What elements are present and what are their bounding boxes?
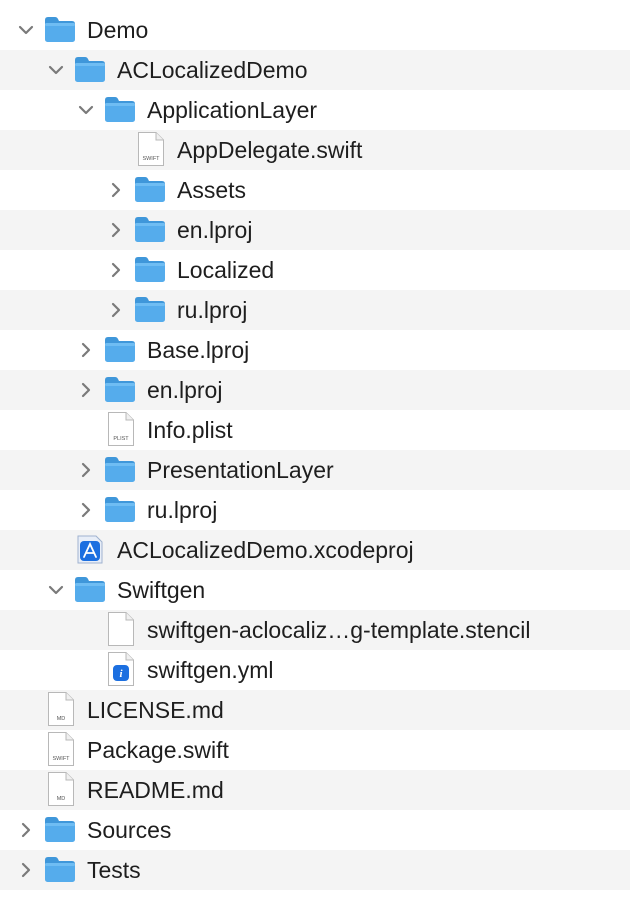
finder-file-tree: Demo ACLocalizedDemo ApplicationLayer SWIFT… bbox=[0, 0, 630, 904]
chevron-right-icon[interactable] bbox=[108, 302, 124, 318]
folder-icon bbox=[44, 855, 76, 883]
file-tree-row-label: Base.lproj bbox=[147, 337, 250, 363]
file-tree-row-label: swiftgen.yml bbox=[147, 657, 274, 683]
file-tree-row-label: Assets bbox=[177, 177, 247, 203]
file-tree-row[interactable]: SWIFT AppDelegate.swift bbox=[0, 130, 630, 170]
file-tree-row-label: Demo bbox=[87, 17, 149, 43]
folder-icon bbox=[134, 175, 166, 203]
file-tree-row-label: ru.lproj bbox=[147, 497, 218, 523]
folder-icon bbox=[134, 255, 166, 283]
file-tree-row-label: en.lproj bbox=[177, 217, 253, 243]
file-tree-row[interactable]: ru.lproj bbox=[0, 290, 630, 330]
chevron-down-icon[interactable] bbox=[18, 22, 34, 38]
svg-text:SWIFT: SWIFT bbox=[142, 156, 160, 162]
chevron-down-icon[interactable] bbox=[48, 582, 64, 598]
file-tree-row[interactable]: ACLocalizedDemo bbox=[0, 50, 630, 90]
svg-text:MD: MD bbox=[57, 716, 66, 722]
chevron-right-icon[interactable] bbox=[108, 222, 124, 238]
chevron-right-icon[interactable] bbox=[108, 182, 124, 198]
chevron-right-icon[interactable] bbox=[78, 502, 94, 518]
file-tree-row[interactable]: MD LICENSE.md bbox=[0, 690, 630, 730]
file-tree-row[interactable]: Demo bbox=[0, 10, 630, 50]
chevron-right-icon[interactable] bbox=[108, 262, 124, 278]
file-tree-row[interactable]: Assets bbox=[0, 170, 630, 210]
file-tree-row[interactable]: Base.lproj bbox=[0, 330, 630, 370]
xcodeproj-icon bbox=[74, 533, 104, 565]
file-tree-row[interactable]: Sources bbox=[0, 810, 630, 850]
file-tree-row-label: Swiftgen bbox=[117, 577, 206, 603]
file-tree-row[interactable]: PLIST Info.plist bbox=[0, 410, 630, 450]
md-file-icon: MD bbox=[46, 691, 76, 727]
file-tree-row[interactable]: i swiftgen.yml bbox=[0, 650, 630, 690]
file-tree-row[interactable]: ACLocalizedDemo.xcodeproj bbox=[0, 530, 630, 570]
file-tree-row[interactable]: MD README.md bbox=[0, 770, 630, 810]
folder-icon bbox=[74, 575, 106, 603]
swift-file-icon: SWIFT bbox=[46, 731, 76, 767]
file-tree-row-label: en.lproj bbox=[147, 377, 223, 403]
folder-icon bbox=[44, 15, 76, 43]
file-tree-row[interactable]: PresentationLayer bbox=[0, 450, 630, 490]
file-tree-row-label: swiftgen-aclocaliz…g-template.stencil bbox=[147, 617, 531, 643]
yml-file-icon: i bbox=[106, 651, 136, 687]
file-tree-row[interactable]: ApplicationLayer bbox=[0, 90, 630, 130]
svg-text:PLIST: PLIST bbox=[113, 436, 129, 442]
folder-icon bbox=[104, 335, 136, 363]
file-tree-row-label: LICENSE.md bbox=[87, 697, 224, 723]
file-tree-row[interactable]: SWIFT Package.swift bbox=[0, 730, 630, 770]
svg-text:MD: MD bbox=[57, 796, 66, 802]
chevron-right-icon[interactable] bbox=[18, 822, 34, 838]
chevron-right-icon[interactable] bbox=[78, 382, 94, 398]
blank-file-icon bbox=[106, 611, 136, 647]
folder-icon bbox=[104, 455, 136, 483]
chevron-right-icon[interactable] bbox=[18, 862, 34, 878]
plist-file-icon: PLIST bbox=[106, 411, 136, 447]
file-tree-row-label: README.md bbox=[87, 777, 224, 803]
chevron-down-icon[interactable] bbox=[78, 102, 94, 118]
swift-file-icon: SWIFT bbox=[136, 131, 166, 167]
folder-icon bbox=[134, 295, 166, 323]
file-tree-row-label: ACLocalizedDemo.xcodeproj bbox=[117, 537, 414, 563]
file-tree-row[interactable]: en.lproj bbox=[0, 210, 630, 250]
folder-icon bbox=[104, 95, 136, 123]
chevron-down-icon[interactable] bbox=[48, 62, 64, 78]
file-tree-row[interactable]: en.lproj bbox=[0, 370, 630, 410]
file-tree-row-label: AppDelegate.swift bbox=[177, 137, 363, 163]
file-tree-row-label: PresentationLayer bbox=[147, 457, 334, 483]
file-tree-row[interactable]: swiftgen-aclocaliz…g-template.stencil bbox=[0, 610, 630, 650]
file-tree-row-label: Info.plist bbox=[147, 417, 233, 443]
file-tree-row-label: ACLocalizedDemo bbox=[117, 57, 308, 83]
chevron-right-icon[interactable] bbox=[78, 342, 94, 358]
file-tree-row[interactable]: ru.lproj bbox=[0, 490, 630, 530]
md-file-icon: MD bbox=[46, 771, 76, 807]
file-tree-row-label: Package.swift bbox=[87, 737, 229, 763]
file-tree-row-label: ApplicationLayer bbox=[147, 97, 318, 123]
file-tree-row[interactable]: Swiftgen bbox=[0, 570, 630, 610]
chevron-right-icon[interactable] bbox=[78, 462, 94, 478]
file-tree-row-label: Localized bbox=[177, 257, 275, 283]
folder-icon bbox=[134, 215, 166, 243]
file-tree-row-label: Sources bbox=[87, 817, 172, 843]
folder-icon bbox=[104, 375, 136, 403]
folder-icon bbox=[74, 55, 106, 83]
folder-icon bbox=[44, 815, 76, 843]
file-tree-row-label: Tests bbox=[87, 857, 141, 883]
file-tree-row[interactable]: Tests bbox=[0, 850, 630, 890]
file-tree-row-label: ru.lproj bbox=[177, 297, 248, 323]
file-tree-row[interactable]: Localized bbox=[0, 250, 630, 290]
folder-icon bbox=[104, 495, 136, 523]
svg-text:SWIFT: SWIFT bbox=[52, 756, 70, 762]
